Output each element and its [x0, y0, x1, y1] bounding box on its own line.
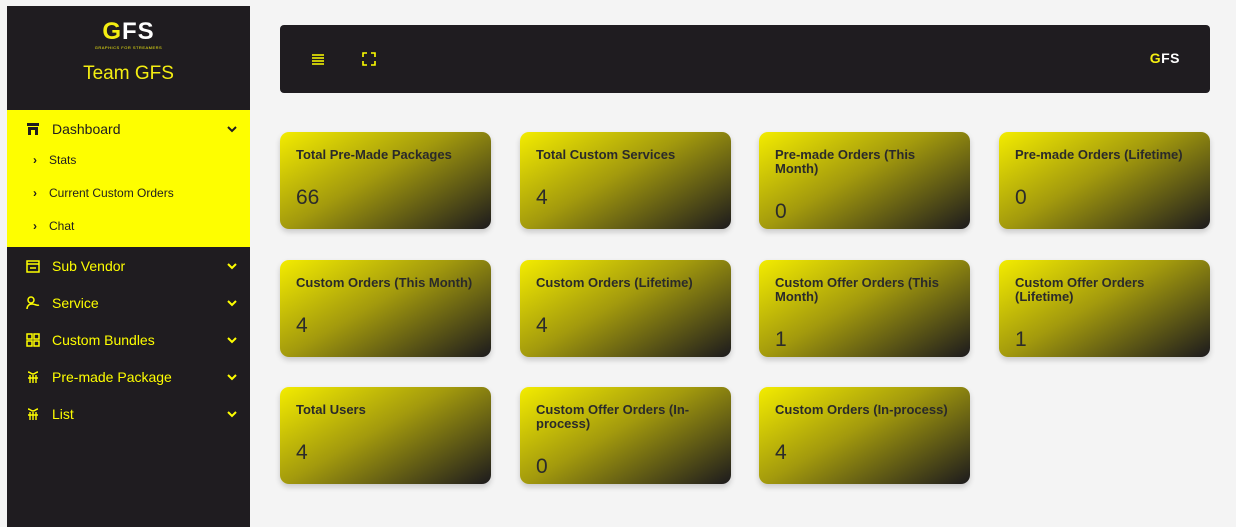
stat-card[interactable]: Total Pre-Made Packages 66: [280, 132, 491, 229]
fullscreen-icon[interactable]: [361, 51, 377, 67]
sidebar-item-label: Pre-made Package: [52, 368, 172, 385]
logo-g-mark: G: [102, 18, 122, 45]
brand-tagline: GRAPHICS FOR STREAMERS: [94, 45, 163, 50]
sidebar-subitem-chat[interactable]: › Chat: [7, 209, 250, 242]
stat-card[interactable]: Custom Offer Orders (This Month) 1: [759, 260, 970, 357]
stat-card[interactable]: Custom Offer Orders (Lifetime) 1: [999, 260, 1210, 357]
sidebar-item-service[interactable]: Service: [7, 284, 250, 321]
card-value: 1: [775, 328, 787, 351]
card-title: Pre-made Orders (This Month): [775, 147, 916, 176]
sidebar-subitem-label: Stats: [49, 152, 77, 167]
stat-card[interactable]: Total Custom Services 4: [520, 132, 731, 229]
stat-card[interactable]: Custom Offer Orders (In-process) 0: [520, 387, 731, 484]
card-value: 66: [296, 186, 320, 209]
sidebar-subitem-stats[interactable]: › Stats: [7, 143, 250, 176]
stat-card[interactable]: Total Users 4: [280, 387, 491, 484]
service-icon: [25, 295, 41, 311]
chevron-right-icon: ›: [33, 152, 37, 167]
chevron-down-icon: [227, 336, 237, 343]
card-value: 0: [536, 455, 548, 478]
stat-card[interactable]: Pre-made Orders (Lifetime) 0: [999, 132, 1210, 229]
sidebar-subitem-current-custom-orders[interactable]: › Current Custom Orders: [7, 176, 250, 209]
card-value: 4: [296, 314, 308, 337]
top-bar: GFS: [280, 25, 1210, 93]
card-title: Custom Offer Orders (Lifetime): [1015, 275, 1145, 304]
card-value: 0: [775, 200, 787, 223]
sidebar-item-sub-vendor[interactable]: Sub Vendor: [7, 247, 250, 284]
chevron-down-icon: [227, 373, 237, 380]
chevron-down-icon: [227, 126, 237, 133]
team-name: Team GFS: [83, 63, 174, 84]
chevron-down-icon: [227, 262, 237, 269]
sidebar-item-pre-made-package[interactable]: Pre-made Package: [7, 358, 250, 395]
hamburger-icon[interactable]: [310, 51, 326, 67]
card-value: 4: [536, 186, 548, 209]
sidebar-item-label: Custom Bundles: [52, 331, 155, 348]
stat-card[interactable]: Custom Orders (In-process) 4: [759, 387, 970, 484]
card-title: Pre-made Orders (Lifetime): [1015, 147, 1183, 162]
card-value: 1: [1015, 328, 1027, 351]
bundles-icon: [25, 332, 41, 348]
logo-fs: FS: [1161, 50, 1180, 66]
package-icon: [25, 369, 41, 385]
logo-fs: FS: [122, 18, 155, 45]
card-value: 4: [296, 441, 308, 464]
card-title: Total Users: [296, 402, 366, 417]
store-icon: [25, 121, 41, 137]
sidebar-item-label: List: [52, 405, 74, 422]
stat-card[interactable]: Custom Orders (Lifetime) 4: [520, 260, 731, 357]
card-value: 0: [1015, 186, 1027, 209]
topbar-logo[interactable]: GFS: [1150, 50, 1180, 66]
card-value: 4: [775, 441, 787, 464]
sidebar-menu: Dashboard › Stats › Current Custom Order…: [7, 110, 250, 432]
list-icon: [25, 406, 41, 422]
card-title: Total Pre-Made Packages: [296, 147, 452, 162]
card-title: Custom Orders (Lifetime): [536, 275, 693, 290]
brand-logo[interactable]: GFS: [102, 20, 154, 44]
stat-card[interactable]: Pre-made Orders (This Month) 0: [759, 132, 970, 229]
sidebar-dashboard-section: Dashboard › Stats › Current Custom Order…: [7, 110, 250, 247]
card-title: Custom Offer Orders (In-process): [536, 402, 690, 431]
chevron-down-icon: [227, 410, 237, 417]
brand: GFS GRAPHICS FOR STREAMERS Team GFS: [7, 6, 250, 110]
sidebar-subitem-label: Chat: [49, 218, 75, 233]
chevron-right-icon: ›: [33, 185, 37, 200]
logo-g-mark: G: [1149, 50, 1162, 66]
stat-card[interactable]: Custom Orders (This Month) 4: [280, 260, 491, 357]
card-title: Total Custom Services: [536, 147, 676, 162]
sidebar-item-list[interactable]: List: [7, 395, 250, 432]
card-title: Custom Orders (This Month): [296, 275, 473, 290]
card-value: 4: [536, 314, 548, 337]
sidebar-item-custom-bundles[interactable]: Custom Bundles: [7, 321, 250, 358]
sidebar-item-label: Sub Vendor: [52, 257, 126, 274]
sidebar-item-label: Service: [52, 294, 99, 311]
sidebar: GFS GRAPHICS FOR STREAMERS Team GFS Dash…: [7, 6, 250, 527]
storefront-icon: [25, 258, 41, 274]
card-title: Custom Orders (In-process): [775, 402, 948, 417]
sidebar-subitem-label: Current Custom Orders: [49, 185, 174, 200]
chevron-down-icon: [227, 299, 237, 306]
sidebar-item-dashboard[interactable]: Dashboard: [7, 115, 250, 143]
sidebar-item-label: Dashboard: [52, 121, 121, 137]
card-title: Custom Offer Orders (This Month): [775, 275, 939, 304]
chevron-right-icon: ›: [33, 218, 37, 233]
